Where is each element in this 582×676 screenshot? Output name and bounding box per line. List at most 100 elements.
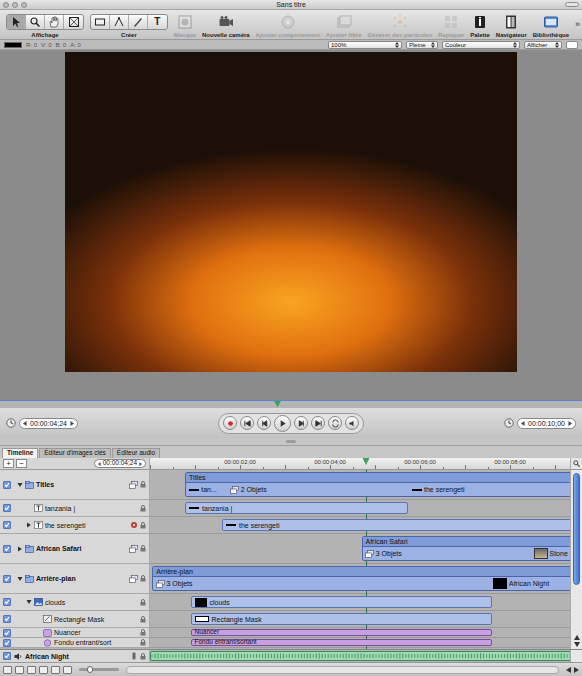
disclosure-icon[interactable] [26, 599, 32, 605]
timeline-timecode[interactable]: 00:00:04;24 [94, 459, 146, 468]
audio-clip[interactable] [150, 651, 570, 661]
playhead-icon[interactable] [363, 458, 370, 465]
tab[interactable]: Timeline [2, 448, 38, 458]
splitter[interactable] [0, 438, 582, 446]
scrollbar[interactable] [570, 470, 582, 649]
zoom-button[interactable] [21, 2, 27, 8]
disclosure-icon[interactable] [17, 482, 23, 488]
layer-row[interactable]: African SafariAfrican Safari3 ObjetsSton… [0, 534, 570, 564]
behavior-clip[interactable]: Fondu entrant/sortant [191, 639, 493, 646]
lock-icon[interactable] [140, 522, 146, 529]
disclosure-icon[interactable] [17, 546, 23, 552]
view-popup[interactable]: 100% [328, 41, 402, 49]
scroll-left-icon[interactable] [566, 667, 571, 673]
current-time-field[interactable]: 00:00:04;24 [6, 418, 78, 429]
group-clip[interactable]: Titlestan...2 Objetsthe serengeti [185, 472, 570, 497]
view-popup[interactable]: Pleine [406, 41, 438, 49]
tool-button[interactable] [26, 15, 45, 29]
layer-row[interactable]: the serengetithe serengeti [0, 517, 570, 534]
view-option-button[interactable] [27, 666, 36, 674]
increment-icon[interactable] [70, 421, 74, 426]
transport-button[interactable] [257, 416, 271, 430]
lock-icon[interactable] [140, 575, 146, 582]
disclosure-icon[interactable] [26, 522, 32, 528]
tab[interactable]: Éditeur d'images clés [39, 448, 111, 458]
view-option-button[interactable] [15, 666, 24, 674]
layer-row[interactable]: cloudsclouds [0, 594, 570, 611]
tool-button[interactable] [7, 15, 26, 29]
add-layer-button[interactable]: + [3, 459, 14, 468]
transport-button[interactable] [240, 416, 254, 430]
tool-button[interactable] [64, 15, 83, 29]
transport-button[interactable] [274, 415, 291, 432]
transport-button[interactable] [294, 416, 308, 430]
layout-popup[interactable] [566, 41, 578, 49]
decrement-icon[interactable] [521, 421, 525, 426]
layer-row[interactable]: tanzania |tanzania | [0, 500, 570, 517]
decrement-icon[interactable] [23, 421, 27, 426]
zoom-icon[interactable] [573, 460, 580, 467]
enable-checkbox[interactable] [3, 598, 11, 606]
filter-clip[interactable]: Nuancer [191, 629, 493, 636]
layer-row[interactable]: Fondu entrant/sortFondu entrant/sortant [0, 638, 570, 648]
transport-button[interactable] [223, 416, 237, 430]
transport-button[interactable] [345, 416, 359, 430]
toolbar-button[interactable]: Palette [470, 10, 490, 39]
view-option-button[interactable] [3, 666, 12, 674]
layer-row[interactable]: TitlesTitlestan...2 Objetsthe serengeti [0, 470, 570, 500]
toolbar-button[interactable]: Navigateur [496, 10, 527, 39]
lock-icon[interactable] [140, 505, 146, 512]
transport-button[interactable] [328, 416, 342, 430]
tool-button[interactable] [91, 15, 110, 29]
view-option-button[interactable] [39, 666, 48, 674]
enable-checkbox[interactable] [3, 615, 11, 623]
enable-checkbox[interactable] [3, 481, 11, 489]
zoom-slider[interactable] [79, 668, 119, 671]
increment-icon[interactable] [139, 462, 142, 466]
enable-checkbox[interactable] [3, 504, 11, 512]
view-popup[interactable]: Afficher [524, 41, 562, 49]
layer-clip[interactable]: tanzania | [185, 502, 408, 514]
enable-checkbox[interactable] [3, 545, 11, 553]
toolbar-button[interactable]: Nouvelle caméra [202, 10, 250, 39]
enable-checkbox[interactable] [3, 521, 11, 529]
tool-button[interactable] [110, 15, 129, 29]
remove-layer-button[interactable]: − [16, 459, 27, 468]
view-popup[interactable]: Couleur [442, 41, 520, 49]
lock-icon[interactable] [140, 481, 146, 488]
layer-row[interactable]: NuancerNuancer [0, 628, 570, 638]
layer-clip[interactable]: clouds [191, 596, 493, 608]
enable-checkbox[interactable] [3, 652, 11, 660]
tool-button[interactable] [129, 15, 148, 29]
layer-clip[interactable]: the serengeti [222, 519, 570, 531]
enable-checkbox[interactable] [3, 575, 11, 583]
increment-icon[interactable] [568, 421, 572, 426]
volume-icon[interactable] [131, 652, 137, 660]
toolbar-toggle[interactable] [565, 2, 579, 7]
scroll-up-icon[interactable] [574, 635, 580, 640]
tool-button[interactable]: T [148, 15, 167, 29]
toolbar-button[interactable]: Bibliothèque [533, 10, 569, 39]
layer-clip[interactable]: Rectangle Mask [191, 613, 493, 625]
enable-checkbox[interactable] [3, 629, 11, 637]
decrement-icon[interactable] [98, 462, 101, 466]
audio-row[interactable]: African Night [0, 649, 582, 662]
transport-button[interactable] [311, 416, 325, 430]
toolbar-overflow[interactable]: » [575, 20, 580, 29]
scroll-right-icon[interactable] [574, 667, 579, 673]
lock-icon[interactable] [140, 629, 146, 636]
minimize-button[interactable] [12, 2, 18, 8]
playhead-marker-icon[interactable] [274, 401, 281, 407]
lock-icon[interactable] [140, 639, 146, 646]
close-button[interactable] [3, 2, 9, 8]
lock-icon[interactable] [140, 653, 146, 660]
layer-row[interactable]: Arrière-planArrière-plan3 ObjetsAfrican … [0, 564, 570, 594]
enable-checkbox[interactable] [3, 639, 11, 647]
layer-row[interactable]: Rectangle MaskRectangle Mask [0, 611, 570, 628]
group-clip[interactable]: African Safari3 ObjetsStone [362, 536, 571, 561]
lock-icon[interactable] [140, 616, 146, 623]
scroll-thumb[interactable] [573, 473, 580, 585]
tab[interactable]: Éditeur audio [112, 448, 160, 458]
view-option-button[interactable] [63, 666, 72, 674]
lock-icon[interactable] [140, 545, 146, 552]
